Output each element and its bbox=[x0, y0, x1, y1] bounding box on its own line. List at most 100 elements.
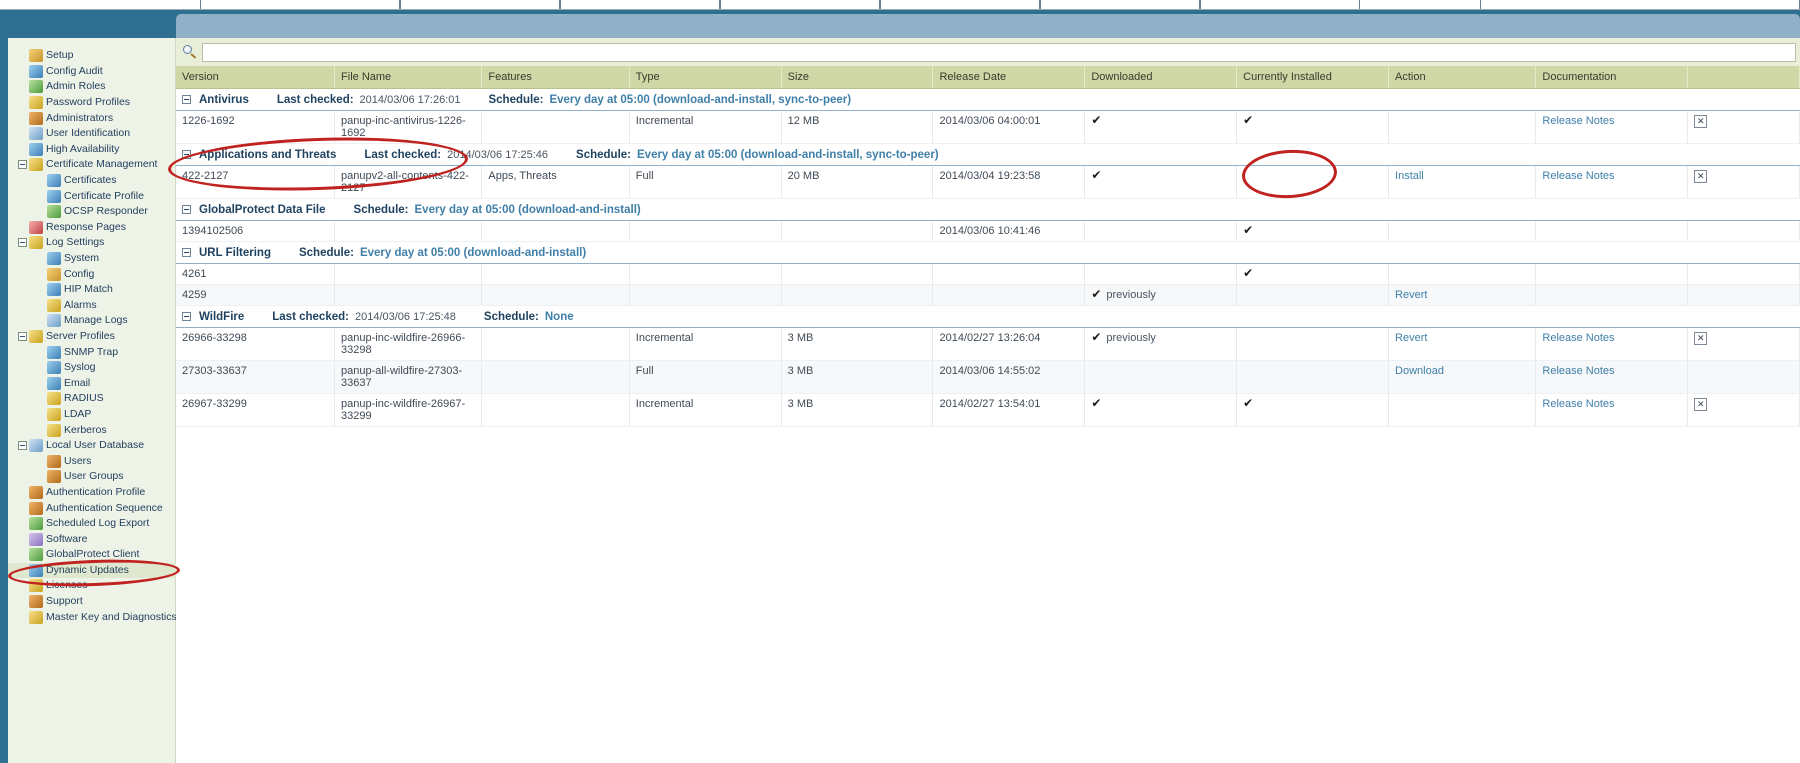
cell-documentation-value[interactable]: Release Notes bbox=[1542, 365, 1614, 377]
cell-size-value: 3 MB bbox=[787, 364, 814, 377]
delete-icon[interactable]: ✕ bbox=[1694, 397, 1708, 411]
cell-type-value: Incremental bbox=[635, 114, 694, 127]
group-header-row[interactable]: Antivirus Last checked: 2014/03/06 17:26:0… bbox=[176, 88, 1800, 111]
group-header-row[interactable]: GlobalProtect Data File Schedule: Every da… bbox=[176, 198, 1800, 221]
sidebar-item-system[interactable]: System bbox=[8, 251, 176, 267]
column-header-action[interactable]: Action bbox=[1388, 66, 1537, 89]
group-header-row[interactable]: WildFire Last checked: 2014/03/06 17:25:48… bbox=[176, 305, 1800, 328]
cell-action-value[interactable]: Revert bbox=[1395, 332, 1427, 344]
sidebar-item-response-pages[interactable]: Response Pages bbox=[8, 220, 176, 236]
column-header-downloaded[interactable]: Downloaded bbox=[1084, 66, 1238, 89]
sidebar-item-scheduled-log-export[interactable]: Scheduled Log Export bbox=[8, 516, 176, 532]
sidebar-item-support[interactable]: Support bbox=[8, 594, 176, 610]
sidebar-item-label: System bbox=[64, 252, 100, 265]
sidebar-item-alarms[interactable]: Alarms bbox=[8, 298, 176, 314]
column-header-version[interactable]: Version bbox=[176, 66, 336, 89]
group-collapse-icon[interactable] bbox=[182, 95, 191, 104]
sidebar-item-email[interactable]: Email bbox=[8, 375, 176, 391]
expander-icon[interactable] bbox=[18, 238, 27, 248]
group-header-row[interactable]: URL Filtering Schedule: Every day at 05:00… bbox=[176, 241, 1800, 264]
cell-documentation-value[interactable]: Release Notes bbox=[1542, 332, 1614, 344]
ldap-icon bbox=[47, 407, 61, 421]
sidebar-item-dynamic-updates[interactable]: Dynamic Updates bbox=[8, 562, 176, 579]
delete-icon[interactable]: ✕ bbox=[1694, 169, 1708, 183]
schedule-value[interactable]: Every day at 05:00 (download-and-install… bbox=[415, 204, 641, 216]
sidebar-item-snmp-trap[interactable]: SNMP Trap bbox=[8, 344, 176, 360]
sidebar-item-hip-match[interactable]: HIP Match bbox=[8, 282, 176, 298]
sidebar-item-config[interactable]: Config bbox=[8, 266, 176, 282]
group-header-row[interactable]: Applications and Threats Last checked: 201… bbox=[176, 143, 1800, 166]
sidebar-item-globalprotect-client[interactable]: GlobalProtect Client bbox=[8, 547, 176, 563]
table-row[interactable]: 27303-33637 panup-all-wildfire-27303-3363… bbox=[176, 359, 1800, 394]
sidebar-item-log-settings[interactable]: Log Settings bbox=[8, 235, 176, 251]
cell-size: 3 MB bbox=[781, 359, 934, 394]
sidebar-item-authentication-profile[interactable]: Authentication Profile bbox=[8, 485, 176, 501]
sidebar-item-software[interactable]: Software bbox=[8, 531, 176, 547]
sidebar-item-syslog[interactable]: Syslog bbox=[8, 360, 176, 376]
table-row[interactable]: 1394102506 2014/03/06 10:41:46 ✔ bbox=[176, 219, 1800, 242]
column-header-file-name[interactable]: File Name bbox=[334, 66, 483, 89]
cell-action-value[interactable]: Download bbox=[1395, 365, 1444, 377]
sidebar-item-label: Config Audit bbox=[46, 64, 103, 77]
cell-delete: ✕ bbox=[1687, 392, 1800, 427]
group-collapse-icon[interactable] bbox=[182, 312, 191, 321]
cell-documentation-value[interactable]: Release Notes bbox=[1542, 170, 1614, 182]
column-header-currently-installed[interactable]: Currently Installed bbox=[1236, 66, 1390, 89]
sidebar-item-kerberos[interactable]: Kerberos bbox=[8, 422, 176, 438]
sidebar-item-users[interactable]: Users bbox=[8, 453, 176, 469]
ocsp-responder-icon bbox=[47, 205, 61, 219]
delete-icon[interactable]: ✕ bbox=[1694, 114, 1708, 128]
expander-icon[interactable] bbox=[18, 331, 27, 341]
sidebar-item-admin-roles[interactable]: Admin Roles bbox=[8, 79, 176, 95]
sidebar-item-radius[interactable]: RADIUS bbox=[8, 391, 176, 407]
sidebar-item-label: GlobalProtect Client bbox=[46, 548, 140, 561]
sidebar-item-administrators[interactable]: Administrators bbox=[8, 110, 176, 126]
sidebar-item-ldap[interactable]: LDAP bbox=[8, 407, 176, 423]
cell-action-value[interactable]: Install bbox=[1395, 170, 1424, 182]
cell-action-value[interactable]: Revert bbox=[1395, 289, 1427, 301]
table-row[interactable]: 422-2127 panupv2-all-contents-422-2127 App… bbox=[176, 164, 1800, 199]
cell-documentation-value[interactable]: Release Notes bbox=[1542, 398, 1614, 410]
column-header-documentation[interactable]: Documentation bbox=[1535, 66, 1689, 89]
sidebar-item-setup[interactable]: Setup bbox=[8, 48, 176, 64]
sidebar-item-user-groups[interactable]: User Groups bbox=[8, 469, 176, 485]
sidebar-item-certificate-profile[interactable]: Certificate Profile bbox=[8, 188, 176, 204]
group-collapse-icon[interactable] bbox=[182, 205, 191, 214]
expander-icon[interactable] bbox=[18, 441, 27, 451]
cell-documentation-value[interactable]: Release Notes bbox=[1542, 115, 1614, 127]
sidebar-item-password-profiles[interactable]: Password Profiles bbox=[8, 95, 176, 111]
sidebar-item-ocsp-responder[interactable]: OCSP Responder bbox=[8, 204, 176, 220]
sidebar-item-high-availability[interactable]: High Availability bbox=[8, 142, 176, 158]
sidebar-item-certificate-management[interactable]: Certificate Management bbox=[8, 157, 176, 173]
table-row[interactable]: 1226-1692 panup-inc-antivirus-1226-1692 In… bbox=[176, 109, 1800, 144]
table-row[interactable]: 26966-33298 panup-inc-wildfire-26966-3329… bbox=[176, 326, 1800, 361]
sidebar-item-authentication-sequence[interactable]: Authentication Sequence bbox=[8, 500, 176, 516]
column-header-size[interactable]: Size bbox=[781, 66, 934, 89]
table-row[interactable]: 26967-33299 panup-inc-wildfire-26967-3329… bbox=[176, 392, 1800, 427]
column-header-type[interactable]: Type bbox=[629, 66, 782, 89]
column-header-release-date[interactable]: Release Date bbox=[932, 66, 1086, 89]
delete-icon[interactable]: ✕ bbox=[1694, 331, 1708, 345]
search-input[interactable] bbox=[202, 42, 1796, 62]
schedule-value[interactable]: Every day at 05:00 (download-and-install… bbox=[637, 149, 939, 161]
group-collapse-icon[interactable] bbox=[182, 248, 191, 257]
schedule-value[interactable]: Every day at 05:00 (download-and-install… bbox=[549, 94, 851, 106]
column-header-features[interactable]: Features bbox=[481, 66, 630, 89]
schedule-label: Schedule: bbox=[488, 93, 544, 106]
expander-icon[interactable] bbox=[18, 160, 27, 170]
search-icon[interactable] bbox=[182, 44, 198, 60]
table-row[interactable]: 4261 ✔ bbox=[176, 262, 1800, 285]
sidebar-item-config-audit[interactable]: Config Audit bbox=[8, 64, 176, 80]
sidebar-item-local-user-database[interactable]: Local User Database bbox=[8, 438, 176, 454]
schedule-value[interactable]: Every day at 05:00 (download-and-install… bbox=[360, 247, 586, 259]
sidebar-item-user-identification[interactable]: User Identification bbox=[8, 126, 176, 142]
sidebar-item-master-key-and-diagnostics[interactable]: Master Key and Diagnostics bbox=[8, 609, 177, 625]
group-collapse-icon[interactable] bbox=[182, 150, 191, 159]
table-row[interactable]: 4259 ✔ previously Revert bbox=[176, 283, 1800, 306]
sidebar-item-manage-logs[interactable]: Manage Logs bbox=[8, 313, 176, 329]
schedule-value[interactable]: None bbox=[545, 311, 574, 323]
sidebar-item-licenses[interactable]: Licenses bbox=[8, 578, 176, 594]
sidebar-item-certificates[interactable]: Certificates bbox=[8, 173, 176, 189]
sidebar-item-server-profiles[interactable]: Server Profiles bbox=[8, 329, 176, 345]
column-header-actions[interactable] bbox=[1687, 66, 1800, 89]
